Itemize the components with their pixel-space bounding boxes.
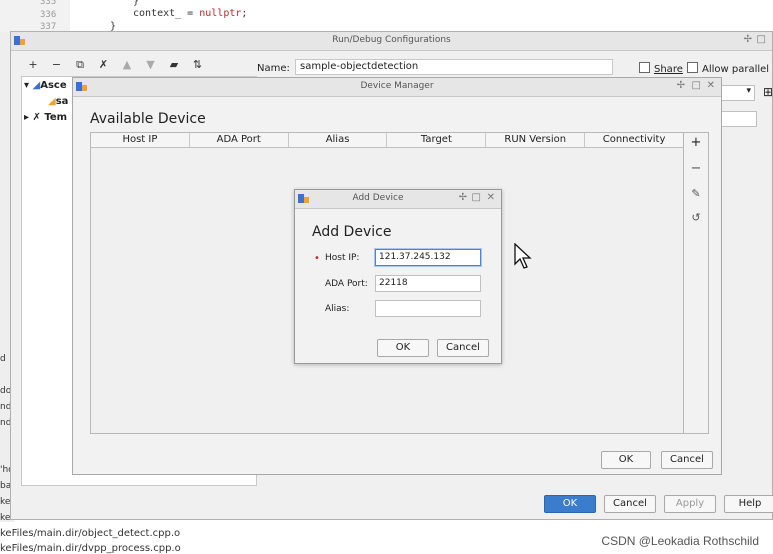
- pin-icon[interactable]: ✢: [677, 80, 685, 91]
- allow-parallel-checkbox[interactable]: Allow parallel ru: [687, 62, 773, 75]
- host-ip-label: Host IP:: [325, 253, 360, 263]
- code-line: context_ = nullptr;: [133, 8, 247, 19]
- add-device-titlebar[interactable]: Add Device ✢ □ ✕: [295, 190, 501, 209]
- device-manager-ok-button[interactable]: OK: [601, 451, 651, 469]
- maximize-icon[interactable]: □: [692, 80, 701, 91]
- code-keyword: nullptr: [199, 8, 242, 19]
- checkbox-icon[interactable]: [639, 62, 650, 73]
- code-text: ;: [241, 8, 248, 19]
- tree-label: Asce: [40, 80, 67, 91]
- wrench-icon[interactable]: ✗: [96, 58, 112, 71]
- line-number: 335: [40, 0, 57, 7]
- share-checkbox[interactable]: Share: [639, 62, 683, 75]
- maximize-icon[interactable]: □: [472, 192, 481, 203]
- name-input[interactable]: sample-objectdetection: [295, 59, 613, 75]
- device-manager-title: Device Manager: [360, 81, 434, 91]
- editor-gutter: [0, 0, 70, 32]
- apply-button[interactable]: Apply: [664, 495, 716, 513]
- available-device-heading: Available Device: [90, 111, 206, 127]
- copy-icon[interactable]: ⧉: [72, 58, 88, 72]
- run-debug-title: Run/Debug Configurations: [332, 35, 451, 45]
- sort-icon[interactable]: ⇅: [190, 58, 206, 71]
- tree-item-asce[interactable]: ▾ ◢Asce: [24, 80, 67, 91]
- dropdown[interactable]: ▾: [721, 85, 755, 101]
- add-device-icon[interactable]: +: [684, 135, 708, 150]
- ada-port-label: ADA Port:: [325, 279, 368, 289]
- device-side-toolbar: + − ✎ ↺: [684, 132, 709, 434]
- pin-icon[interactable]: ✢: [459, 192, 467, 203]
- add-device-title: Add Device: [352, 193, 404, 203]
- minus-icon[interactable]: −: [49, 58, 65, 71]
- device-manager-cancel-button[interactable]: Cancel: [661, 451, 713, 469]
- mouse-cursor-icon: [514, 242, 532, 274]
- column-connectivity[interactable]: Connectivity: [585, 133, 683, 147]
- help-button[interactable]: Help: [724, 495, 773, 513]
- host-ip-input[interactable]: 121.37.245.132: [375, 249, 481, 266]
- column-target[interactable]: Target: [387, 133, 487, 147]
- refresh-icon[interactable]: ↺: [684, 211, 708, 224]
- tree-label: Tem: [44, 112, 68, 123]
- wrench-icon: ✗: [32, 112, 41, 123]
- alias-input[interactable]: [375, 300, 481, 317]
- collapse-arrow-icon[interactable]: ▸: [24, 112, 29, 123]
- close-icon[interactable]: ✕: [707, 80, 715, 91]
- column-run-version[interactable]: RUN Version: [486, 133, 586, 147]
- share-label: Share: [654, 64, 683, 75]
- expand-icon[interactable]: ⊞: [763, 85, 773, 99]
- table-header: Host IP ADA Port Alias Target RUN Versio…: [91, 133, 683, 148]
- chevron-down-icon: ▾: [746, 86, 751, 96]
- code-line: }: [133, 0, 140, 7]
- add-device-ok-button[interactable]: OK: [377, 339, 429, 357]
- file-list-item[interactable]: keFiles/main.dir/dvpp_process.cpp.o: [0, 543, 181, 554]
- file-list-item[interactable]: keFiles/main.dir/object_detect.cpp.o: [0, 528, 180, 539]
- close-icon[interactable]: ✕: [487, 192, 495, 203]
- tree-item-templates[interactable]: ▸ ✗ Tem: [24, 112, 67, 123]
- tree-label: sa: [55, 96, 69, 107]
- pin-icon[interactable]: ✢: [744, 34, 752, 45]
- arrow-up-icon[interactable]: ▲: [119, 58, 135, 71]
- config-icon: ◢: [48, 96, 56, 107]
- remove-device-icon[interactable]: −: [684, 161, 708, 176]
- config-toolbar: + − ⧉ ✗ ▲ ▼ ▰ ⇅: [25, 58, 210, 74]
- column-host-ip[interactable]: Host IP: [91, 133, 190, 147]
- edit-device-icon[interactable]: ✎: [684, 187, 708, 200]
- add-device-cancel-button[interactable]: Cancel: [437, 339, 489, 357]
- ada-port-input[interactable]: 22118: [375, 275, 481, 292]
- add-device-heading: Add Device: [312, 224, 392, 240]
- required-indicator: •: [314, 253, 320, 264]
- line-number: 336: [40, 10, 57, 20]
- add-device-dialog: Add Device ✢ □ ✕ Add Device • Host IP: 1…: [294, 189, 502, 364]
- text-field[interactable]: [721, 111, 757, 127]
- tree-item-sample[interactable]: ◢sa: [48, 96, 68, 107]
- column-alias[interactable]: Alias: [289, 133, 388, 147]
- arrow-down-icon[interactable]: ▼: [143, 58, 159, 71]
- alias-label: Alias:: [325, 304, 350, 314]
- folder-icon[interactable]: ▰: [166, 58, 182, 71]
- name-label: Name:: [257, 63, 290, 74]
- code-text: context_ =: [133, 8, 200, 19]
- project-item[interactable]: d: [0, 354, 6, 364]
- allow-parallel-label: Allow parallel ru: [702, 64, 773, 75]
- watermark: CSDN @Leokadia Rothschild: [601, 534, 759, 548]
- column-ada-port[interactable]: ADA Port: [190, 133, 289, 147]
- ok-button[interactable]: OK: [544, 495, 596, 513]
- device-manager-titlebar[interactable]: Device Manager ✢ □ ✕: [73, 78, 721, 97]
- checkbox-icon[interactable]: [687, 62, 698, 73]
- plus-icon[interactable]: +: [25, 58, 41, 71]
- cancel-button[interactable]: Cancel: [604, 495, 656, 513]
- maximize-icon[interactable]: □: [757, 34, 766, 45]
- expand-arrow-icon[interactable]: ▾: [24, 80, 29, 91]
- run-debug-titlebar[interactable]: Run/Debug Configurations ✢ □: [11, 32, 772, 51]
